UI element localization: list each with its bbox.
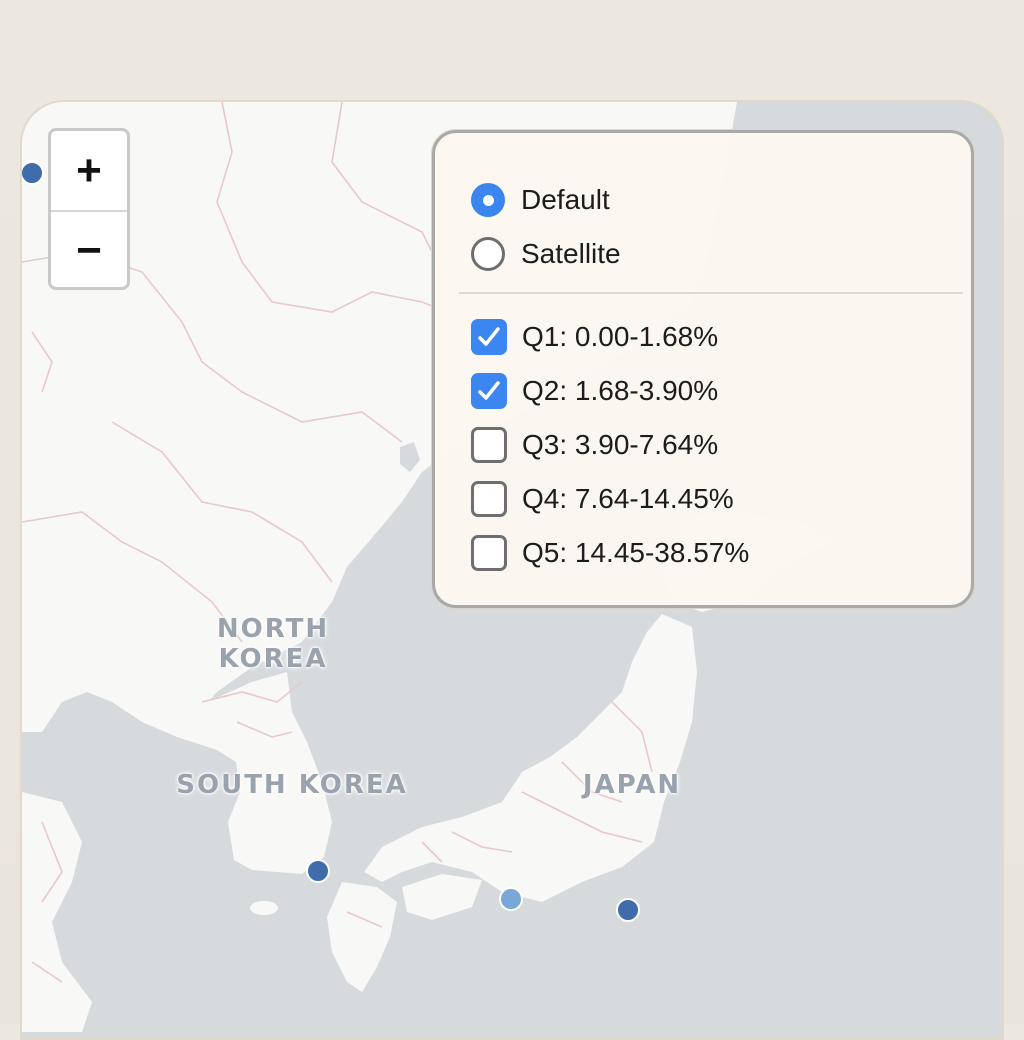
zoom-in-button[interactable]: +: [51, 131, 127, 210]
checkbox-q2[interactable]: [471, 373, 507, 409]
marker-pacific-offshore[interactable]: [616, 898, 640, 922]
overlay-q2[interactable]: Q2: 1.68-3.90%: [471, 364, 971, 418]
zoom-out-button[interactable]: −: [51, 210, 127, 287]
radio-default[interactable]: [471, 183, 505, 217]
overlay-q1[interactable]: Q1: 0.00-1.68%: [471, 310, 971, 364]
checkmark-icon: [478, 327, 500, 346]
overlay-q1-label: Q1: 0.00-1.68%: [522, 321, 719, 352]
base-layer-satellite-label: Satellite: [521, 238, 621, 269]
checkbox-q5[interactable]: [471, 535, 507, 571]
jeju-island: [250, 901, 278, 915]
overlay-q3-label: Q3: 3.90-7.64%: [522, 429, 719, 460]
checkbox-q3[interactable]: [471, 427, 507, 463]
base-layer-satellite[interactable]: Satellite: [471, 227, 971, 281]
layers-control-panel: Default Satellite Q1: 0.00-1.68% Q2: 1.6…: [432, 130, 974, 608]
radio-satellite[interactable]: [471, 237, 505, 271]
zoom-control: + −: [48, 128, 130, 290]
base-layer-default-label: Default: [521, 184, 610, 215]
overlay-q5-label: Q5: 14.45-38.57%: [522, 537, 750, 568]
marker-south-korea-coast[interactable]: [306, 859, 330, 883]
japan-label: JAPAN: [582, 770, 682, 800]
overlay-q4[interactable]: Q4: 7.64-14.45%: [471, 472, 971, 526]
north-korea-label: NORTH KOREA: [216, 614, 330, 674]
checkmark-icon: [478, 381, 500, 400]
overlay-q2-label: Q2: 1.68-3.90%: [522, 375, 719, 406]
layers-divider: [459, 292, 963, 294]
marker-japan-south-coast[interactable]: [499, 887, 523, 911]
overlay-q4-label: Q4: 7.64-14.45%: [522, 483, 734, 514]
overlay-q3[interactable]: Q3: 3.90-7.64%: [471, 418, 971, 472]
page: NORTH KOREA SOUTH KOREA JAPAN + − Defaul…: [0, 0, 1024, 1040]
base-layer-default[interactable]: Default: [471, 173, 971, 227]
checkbox-q4[interactable]: [471, 481, 507, 517]
overlay-q5[interactable]: Q5: 14.45-38.57%: [471, 526, 971, 580]
checkbox-q1[interactable]: [471, 319, 507, 355]
marker-top-left-edge[interactable]: [22, 161, 44, 185]
south-korea-label: SOUTH KOREA: [176, 770, 408, 800]
